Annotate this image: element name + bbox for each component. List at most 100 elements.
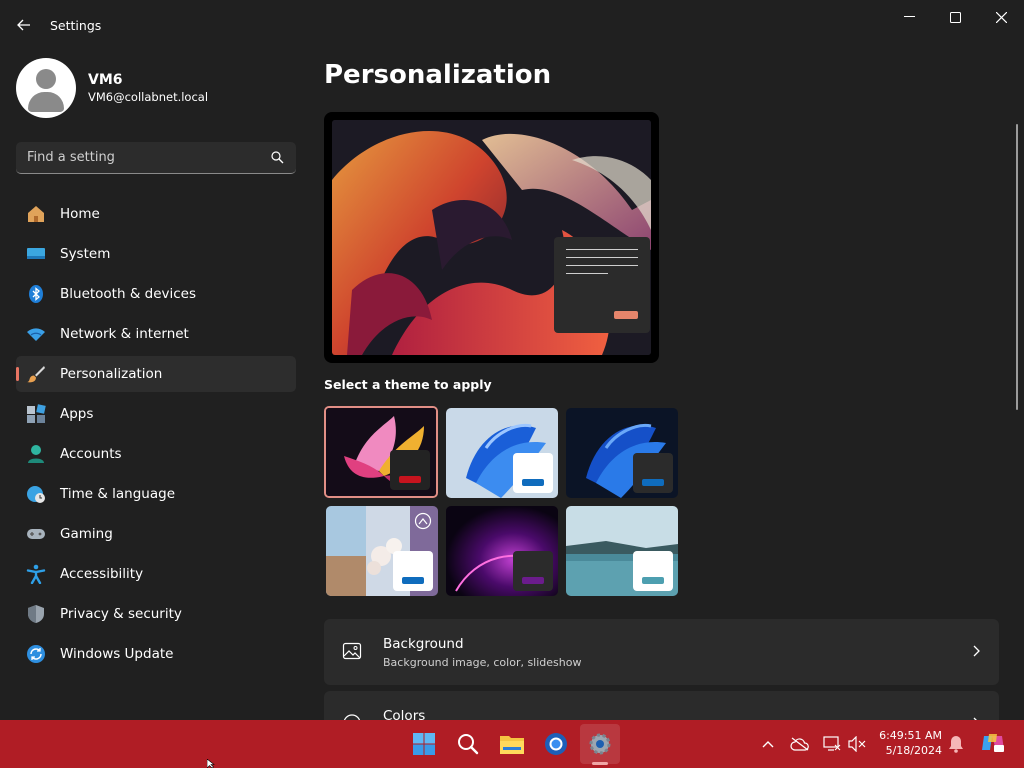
sidebar-item-label: Home [60,206,100,222]
spotlight-icon [414,512,432,530]
avatar[interactable] [16,58,76,118]
theme-captured-motion[interactable] [446,506,558,596]
page-title: Personalization [324,60,552,90]
sidebar-item-accounts[interactable]: Accounts [16,436,296,472]
sidebar-item-windows-update[interactable]: Windows Update [16,636,296,672]
taskbar-search-button[interactable] [448,724,488,764]
close-icon [995,11,1007,23]
theme-glow[interactable] [324,406,438,498]
sidebar-item-label: Privacy & security [60,606,182,622]
file-explorer-icon [500,736,524,754]
sidebar-item-gaming[interactable]: Gaming [16,516,296,552]
cloud-offline-icon [790,737,809,751]
wifi-icon [26,324,46,344]
chevron-right-icon [973,645,980,657]
sidebar-item-bluetooth[interactable]: Bluetooth & devices [16,276,296,312]
clock-time: 6:49:51 AM [879,729,942,742]
accessibility-icon [26,564,46,584]
onedrive-tray-button[interactable] [789,733,811,755]
file-explorer-button[interactable] [492,724,532,764]
sidebar-item-home[interactable]: Home [16,196,296,232]
user-profile[interactable]: VM6 VM6@collabnet.local [16,58,208,118]
show-hidden-icons-button[interactable] [757,733,779,755]
notifications-button[interactable] [945,733,967,755]
theme-color-badge [390,450,430,490]
apps-icon [26,404,46,424]
theme-flow[interactable] [566,506,678,596]
back-arrow-icon [17,19,30,31]
sidebar-item-personalization[interactable]: Personalization [16,356,296,392]
sidebar-item-label: Personalization [60,366,163,382]
mouse-cursor-icon [207,759,215,768]
accounts-icon [26,444,46,464]
settings-icon [589,733,611,755]
brush-icon [26,364,46,384]
system-icon [26,244,46,264]
sidebar-item-label: Apps [60,406,94,422]
picture-icon [342,642,362,660]
wallpaper-preview-image [332,120,651,355]
taskbar-clock[interactable]: 6:49:51 AM 5/18/2024 [872,728,942,758]
bluetooth-icon [26,284,46,304]
chrome-icon [545,733,567,755]
active-app-indicator [592,762,608,765]
title-bar: Settings [0,0,1024,50]
search-icon [458,734,479,755]
sidebar-item-label: Network & internet [60,326,189,342]
sidebar-item-label: Windows Update [60,646,174,662]
background-settings-card[interactable]: Background Background image, color, slid… [324,619,999,685]
sidebar-item-label: System [60,246,111,262]
sidebar-item-accessibility[interactable]: Accessibility [16,556,296,592]
shield-icon [26,604,46,624]
card-title: Background [383,636,464,652]
sidebar-item-label: Time & language [60,486,176,502]
copilot-icon [982,734,1004,752]
sidebar-nav: Home System Bluetooth & devices Network … [16,196,296,676]
sidebar-item-label: Accessibility [60,566,144,582]
maximize-button[interactable] [932,4,978,30]
theme-preview [324,112,659,363]
theme-color-badge [513,453,553,493]
start-button[interactable] [404,724,444,764]
theme-color-badge [633,453,673,493]
start-icon [413,733,435,755]
scrollbar-thumb[interactable] [1016,124,1018,410]
network-tray-button[interactable] [821,733,843,755]
theme-spotlight[interactable] [326,506,438,596]
close-button[interactable] [978,4,1024,30]
chevron-up-icon [762,741,774,748]
profile-name: VM6 [88,72,123,88]
volume-tray-button[interactable] [846,733,868,755]
search-input[interactable] [27,150,257,165]
preview-window-mockup [554,237,650,333]
minimize-icon [903,16,915,17]
clock-date: 5/18/2024 [885,744,942,757]
minimize-button[interactable] [886,4,932,30]
sidebar-item-time-language[interactable]: Time & language [16,476,296,512]
settings-search-box[interactable] [16,142,296,174]
theme-windows-dark[interactable] [566,408,678,498]
network-icon [823,736,841,751]
update-icon [26,644,46,664]
maximize-icon [949,11,961,23]
back-button[interactable] [12,14,36,36]
card-subtitle: Background image, color, slideshow [383,656,582,669]
bell-icon [949,736,963,753]
sidebar-item-privacy[interactable]: Privacy & security [16,596,296,632]
sidebar-item-network[interactable]: Network & internet [16,316,296,352]
sidebar-item-apps[interactable]: Apps [16,396,296,432]
home-icon [26,204,46,224]
profile-email: VM6@collabnet.local [88,90,209,104]
theme-windows-light[interactable] [446,408,558,498]
app-title: Settings [50,18,102,33]
chrome-button[interactable] [536,724,576,764]
gamepad-icon [26,524,46,544]
search-icon[interactable] [271,151,284,164]
sidebar-item-label: Accounts [60,446,122,462]
clock-globe-icon [26,484,46,504]
settings-taskbar-button[interactable] [580,724,620,764]
theme-color-badge [393,551,433,591]
theme-color-badge [633,551,673,591]
sidebar-item-system[interactable]: System [16,236,296,272]
copilot-button[interactable] [981,731,1005,755]
